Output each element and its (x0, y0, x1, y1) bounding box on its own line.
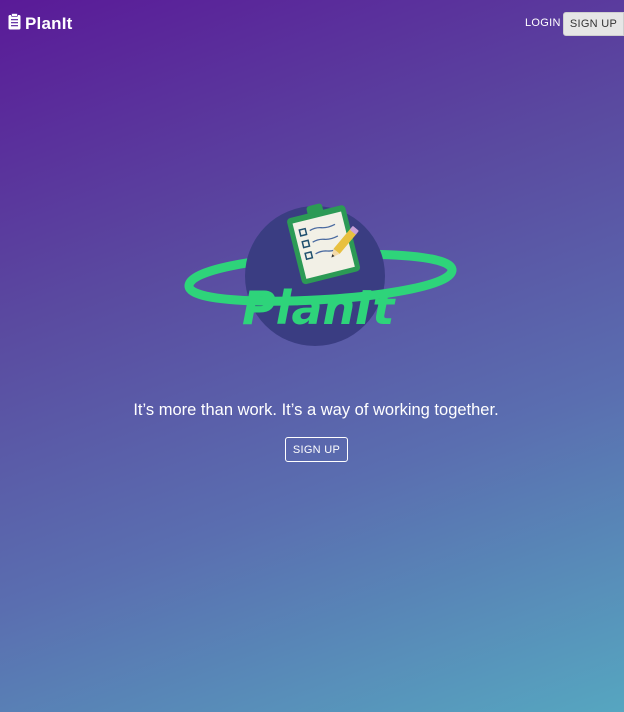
navbar: PlanIt LOGIN SIGN UP (0, 0, 624, 46)
brand-link[interactable]: PlanIt (8, 13, 73, 35)
brand-name: PlanIt (25, 14, 73, 33)
logo-wordmark: PlanIt (242, 281, 396, 335)
login-link[interactable]: LOGIN (525, 17, 561, 29)
signup-nav-button[interactable]: SIGN UP (563, 12, 624, 36)
planit-logo: PlanIt (182, 200, 458, 350)
signup-hero-button[interactable]: SIGN UP (285, 437, 348, 462)
clipboard-icon (8, 13, 21, 35)
hero-tagline: It’s more than work. It’s a way of worki… (133, 401, 499, 419)
